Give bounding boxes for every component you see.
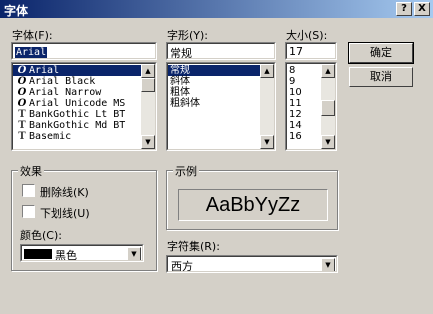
font-list-item-label: BankGothic Lt BT <box>29 109 126 120</box>
sample-title: 示例 <box>173 163 199 179</box>
truetype-font-icon: T <box>18 109 26 120</box>
font-list-item-label: Basemic <box>29 131 72 142</box>
color-label: 颜色(C): <box>20 229 62 242</box>
font-size-list[interactable]: 8 9 10 11 12 14 16 ▲ ▼ <box>285 62 337 151</box>
charset-select[interactable]: 西方 ▼ <box>166 255 338 273</box>
window-title: 字体 <box>4 4 29 18</box>
font-list-item[interactable]: T BankGothic Md BT <box>13 120 141 131</box>
down-arrow-icon[interactable]: ▼ <box>321 135 335 149</box>
style-list-item[interactable]: 常规 <box>168 65 260 76</box>
size-list-item[interactable]: 12 <box>287 109 321 120</box>
size-list-scrollbar[interactable]: ▲ ▼ <box>321 64 335 149</box>
font-size-value: 17 <box>289 45 303 58</box>
font-style-value: 常规 <box>170 47 192 59</box>
underline-label: 下划线(U) <box>40 207 90 220</box>
truetype-font-icon: T <box>18 120 26 131</box>
close-button[interactable]: X <box>414 2 430 16</box>
size-list-item[interactable]: 11 <box>287 98 321 109</box>
style-list-item[interactable]: 斜体 <box>168 76 260 87</box>
underline-checkbox[interactable] <box>22 205 35 218</box>
font-name-value: Arial <box>15 47 48 58</box>
font-size-label: 大小(S): <box>286 29 328 42</box>
style-list-item[interactable]: 粗斜体 <box>168 98 260 109</box>
style-list-scrollbar[interactable]: ▲ ▼ <box>260 64 274 149</box>
font-list-item-label: Arial Narrow <box>29 87 102 98</box>
color-select[interactable]: 黑色 ▼ <box>20 244 144 262</box>
font-style-list[interactable]: 常规 斜体 粗体 粗斜体 ▲ ▼ <box>166 62 276 151</box>
ok-button[interactable]: 确定 <box>348 42 414 64</box>
font-style-label: 字形(Y): <box>167 29 209 42</box>
down-arrow-icon[interactable]: ▼ <box>141 135 155 149</box>
sample-preview: AaBbYyZz <box>178 189 328 221</box>
font-list-item[interactable]: T BankGothic Lt BT <box>13 109 141 120</box>
charset-value: 西方 <box>171 260 193 272</box>
font-list-item-label: Arial Black <box>29 76 96 87</box>
color-swatch <box>24 249 52 259</box>
font-list-item-label: Arial Unicode MS <box>29 98 126 109</box>
font-list-item[interactable]: O Arial <box>13 65 141 76</box>
font-list-item[interactable]: O Arial Black <box>13 76 141 87</box>
font-list-item-label: BankGothic Md BT <box>29 120 126 131</box>
font-style-input[interactable]: 常规 <box>166 42 276 60</box>
font-name-list[interactable]: O Arial O Arial Black O Arial Narrow O Arial Un… <box>11 62 157 151</box>
style-list-item[interactable]: 粗体 <box>168 87 260 98</box>
color-value: 黑色 <box>55 249 77 261</box>
size-list-item[interactable]: 14 <box>287 120 321 131</box>
font-name-input[interactable]: Arial <box>11 42 157 60</box>
charset-label: 字符集(R): <box>167 240 220 253</box>
font-list-scrollbar[interactable]: ▲ ▼ <box>141 64 155 149</box>
strikeout-label: 删除线(K) <box>40 186 89 199</box>
font-name-label: 字体(F): <box>12 29 53 42</box>
truetype-font-icon: T <box>18 131 26 142</box>
opentype-font-icon: O <box>17 98 27 109</box>
size-list-item[interactable]: 16 <box>287 131 321 142</box>
chevron-down-icon[interactable]: ▼ <box>127 247 141 260</box>
size-list-item[interactable]: 10 <box>287 87 321 98</box>
opentype-font-icon: O <box>17 65 27 76</box>
font-list-item[interactable]: O Arial Unicode MS <box>13 98 141 109</box>
chevron-down-icon[interactable]: ▼ <box>321 258 335 271</box>
title-bar: 字体 ? X <box>0 0 433 18</box>
size-list-item[interactable]: 8 <box>287 65 321 76</box>
font-size-input[interactable]: 17 <box>285 42 337 60</box>
help-button[interactable]: ? <box>396 2 412 16</box>
up-arrow-icon[interactable]: ▲ <box>141 64 155 78</box>
effects-title: 效果 <box>18 163 44 179</box>
opentype-font-icon: O <box>17 76 27 87</box>
cancel-button[interactable]: 取消 <box>349 67 413 87</box>
size-list-item[interactable]: 9 <box>287 76 321 87</box>
scroll-thumb[interactable] <box>141 78 155 92</box>
up-arrow-icon[interactable]: ▲ <box>321 64 335 78</box>
opentype-font-icon: O <box>17 87 27 98</box>
up-arrow-icon[interactable]: ▲ <box>260 64 274 78</box>
font-list-item-label: Arial <box>29 65 60 76</box>
font-list-item[interactable]: T Basemic <box>13 131 141 142</box>
font-list-item[interactable]: O Arial Narrow <box>13 87 141 98</box>
strikeout-checkbox[interactable] <box>22 184 35 197</box>
scroll-thumb[interactable] <box>321 100 335 116</box>
down-arrow-icon[interactable]: ▼ <box>260 135 274 149</box>
